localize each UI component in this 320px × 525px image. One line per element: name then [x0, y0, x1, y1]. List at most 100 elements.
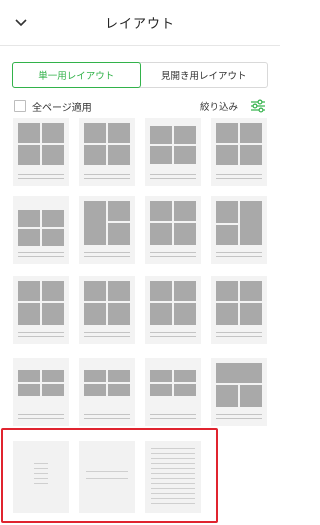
photo-slot [174, 303, 196, 325]
photo-slot [216, 225, 238, 245]
photo-slot [216, 201, 238, 223]
photo-slot [18, 229, 40, 246]
photo-slot [84, 281, 106, 301]
text-line [150, 332, 196, 333]
text-line [84, 414, 130, 415]
photo-slot [108, 384, 130, 396]
photo-slot [18, 384, 40, 396]
layout-thumbnail[interactable] [145, 118, 201, 186]
photo-slot [150, 384, 172, 396]
text-line [150, 178, 196, 179]
layout-thumbnail[interactable] [145, 196, 201, 264]
text-line [84, 256, 130, 257]
photo-slot [42, 281, 64, 301]
photo-slot [216, 123, 238, 143]
photo-slot [42, 145, 64, 165]
photo-slot [42, 123, 64, 143]
photo-slot [150, 146, 172, 164]
layout-thumbnail[interactable] [211, 358, 267, 426]
text-line [150, 174, 196, 175]
photo-slot [108, 201, 130, 221]
photo-slot [150, 201, 172, 221]
layout-thumbnail[interactable] [211, 196, 267, 264]
layout-thumbnail[interactable] [145, 358, 201, 426]
layout-thumbnail[interactable] [79, 358, 135, 426]
layout-thumbnail[interactable] [211, 276, 267, 344]
layout-thumbnail[interactable] [79, 196, 135, 264]
layout-thumbnail[interactable] [79, 276, 135, 344]
photo-slot [240, 385, 262, 407]
photo-slot [174, 126, 196, 144]
text-line [18, 174, 64, 175]
photo-slot [240, 123, 262, 143]
photo-slot [18, 123, 40, 143]
photo-slot [18, 370, 40, 382]
photo-slot [108, 223, 130, 245]
text-line [18, 414, 64, 415]
photo-slot [174, 370, 196, 382]
photo-slot [18, 210, 40, 227]
text-line [150, 418, 196, 419]
photo-slot [42, 303, 64, 325]
layout-text-two-lines[interactable] [79, 441, 135, 513]
photo-slot [108, 281, 130, 301]
layout-text-few-lines[interactable] [13, 441, 69, 513]
photo-slot [84, 123, 106, 143]
photo-slot [42, 370, 64, 382]
photo-slot [240, 281, 262, 301]
text-line [150, 414, 196, 415]
photo-slot [18, 145, 40, 165]
photo-slot [18, 303, 40, 325]
text-line [150, 252, 196, 253]
photo-slot [18, 281, 40, 301]
photo-slot [84, 303, 106, 325]
layout-thumbnail[interactable] [13, 276, 69, 344]
photo-slot [42, 384, 64, 396]
layout-thumbnail[interactable] [211, 118, 267, 186]
photo-slot [42, 210, 64, 227]
text-line [84, 252, 130, 253]
photo-slot [174, 201, 196, 221]
photo-slot [216, 363, 262, 383]
photo-slot [174, 223, 196, 245]
layout-thumbnail[interactable] [13, 118, 69, 186]
photo-slot [108, 370, 130, 382]
layout-thumbnail[interactable] [13, 358, 69, 426]
photo-slot [108, 303, 130, 325]
text-line [18, 336, 64, 337]
photo-slot [150, 281, 172, 301]
photo-slot [240, 145, 262, 165]
photo-slot [240, 201, 262, 245]
text-line [216, 332, 262, 333]
text-line [84, 336, 130, 337]
photo-slot [174, 384, 196, 396]
photo-slot [150, 370, 172, 382]
text-line [18, 418, 64, 419]
text-line [84, 178, 130, 179]
text-line [216, 418, 262, 419]
photo-slot [216, 281, 238, 301]
layout-thumbnail[interactable] [13, 196, 69, 264]
text-line [18, 178, 64, 179]
photo-slot [150, 303, 172, 325]
photo-slot [42, 229, 64, 246]
text-line [18, 256, 64, 257]
text-line [150, 336, 196, 337]
photo-slot [240, 303, 262, 325]
photo-slot [84, 145, 106, 165]
layout-text-full-page[interactable] [145, 441, 201, 513]
photo-slot [174, 146, 196, 164]
photo-slot [150, 223, 172, 245]
text-line [216, 252, 262, 253]
photo-slot [174, 281, 196, 301]
photo-slot [216, 303, 238, 325]
text-line [84, 418, 130, 419]
text-line [216, 336, 262, 337]
photo-slot [84, 384, 106, 396]
text-line [84, 332, 130, 333]
layout-thumbnail[interactable] [145, 276, 201, 344]
photo-slot [216, 385, 238, 407]
layout-thumbnail[interactable] [79, 118, 135, 186]
text-line [18, 332, 64, 333]
text-line [216, 174, 262, 175]
